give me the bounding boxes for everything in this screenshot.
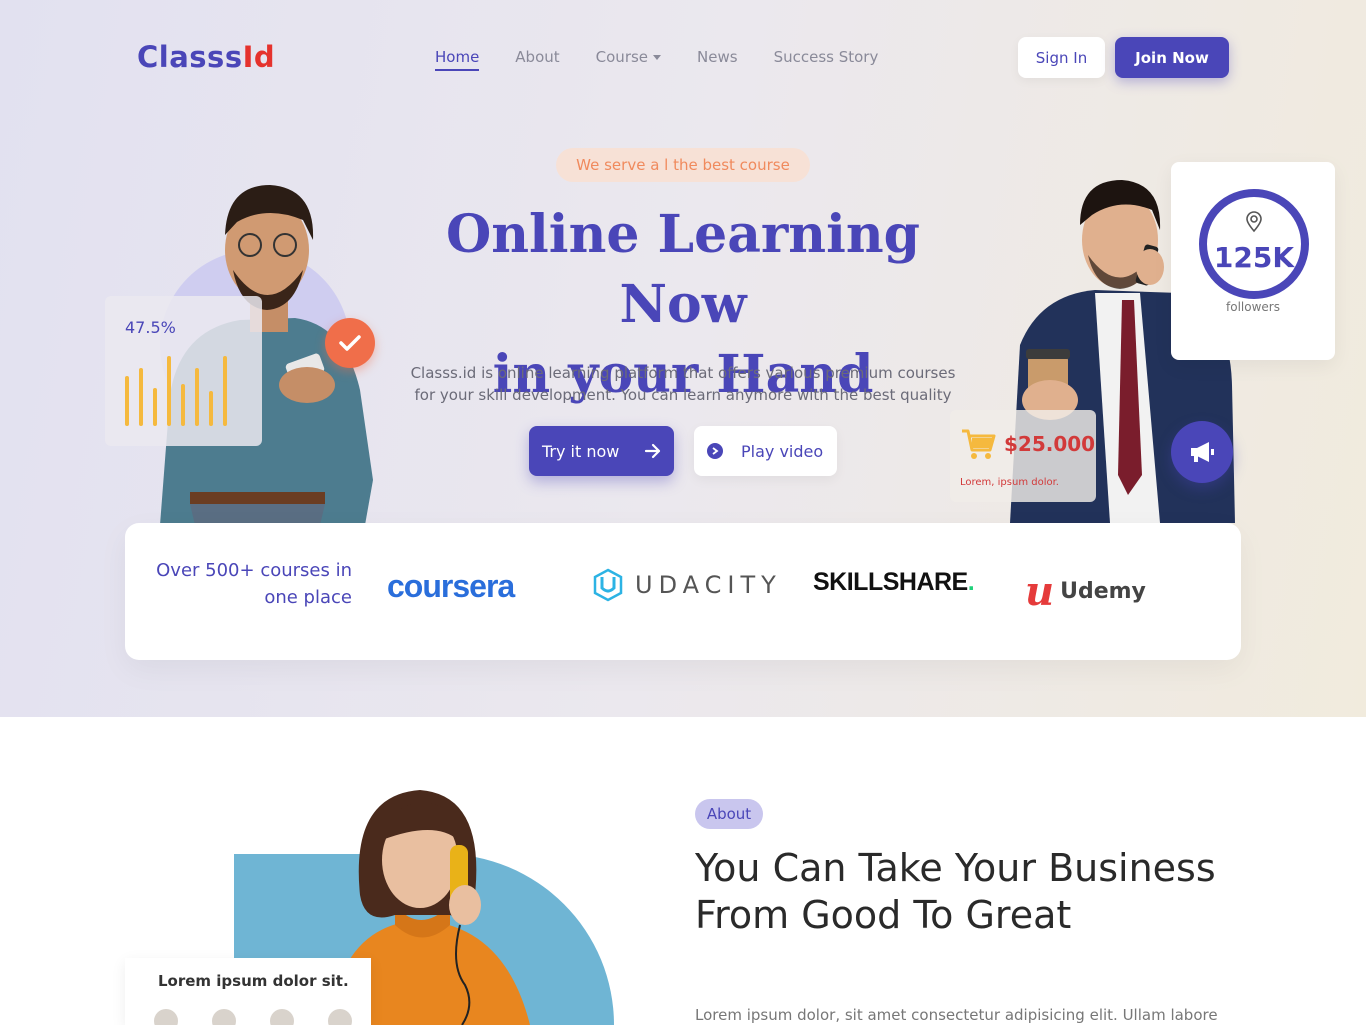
check-icon [325, 318, 375, 368]
skillshare-logo[interactable]: SKILLSHARE. [813, 568, 975, 597]
location-pin-icon [1246, 211, 1262, 233]
hero-title-line-1: Online Learning Now [445, 204, 921, 335]
udacity-mark-icon [593, 568, 623, 602]
logo-part-1: Classs [137, 40, 243, 74]
followers-label: followers [1226, 300, 1280, 314]
arrow-right-icon [644, 443, 661, 459]
try-it-now-label: Try it now [542, 441, 620, 461]
chevron-down-icon [653, 55, 662, 60]
followers-card: 125K followers [1171, 162, 1335, 360]
partners-card: Over 500+ courses in one place coursera … [125, 523, 1241, 660]
sign-in-button[interactable]: Sign In [1018, 37, 1105, 78]
about-title: You Can Take Your Business From Good To … [695, 846, 1216, 937]
avatar [152, 1007, 180, 1025]
followers-count: 125K [1213, 241, 1295, 274]
cart-icon [962, 429, 996, 459]
avatar [210, 1007, 238, 1025]
join-now-button[interactable]: Join Now [1115, 37, 1229, 78]
udacity-logo-text: UDACITY [635, 571, 782, 599]
avatar [268, 1007, 296, 1025]
avatar [326, 1007, 354, 1025]
price-note: Lorem, ipsum dolor. [960, 477, 1059, 488]
review-card: Lorem ipsum dolor sit. [125, 958, 371, 1025]
udacity-logo[interactable]: UDACITY [593, 568, 782, 602]
nav-home[interactable]: Home [435, 48, 480, 71]
udemy-logo[interactable]: u Udemy [1025, 568, 1146, 615]
try-it-now-button[interactable]: Try it now [529, 426, 674, 476]
coursera-logo[interactable]: coursera [387, 568, 515, 605]
review-card-title: Lorem ipsum dolor sit. [158, 972, 349, 990]
nav-about[interactable]: About [515, 48, 559, 71]
play-icon [707, 443, 723, 459]
nav-news[interactable]: News [697, 48, 738, 71]
skillshare-logo-text: SKILLSHARE [813, 568, 968, 596]
price-card: $25.000 Lorem, ipsum dolor. [950, 410, 1096, 502]
about-text: Lorem ipsum dolor, sit amet consectetur … [695, 1006, 1218, 1024]
megaphone-icon[interactable] [1171, 421, 1233, 483]
about-badge: About [695, 799, 763, 829]
followers-ring: 125K [1199, 189, 1309, 299]
play-video-label: Play video [741, 441, 824, 461]
udemy-mark-icon: u [1025, 568, 1055, 615]
tagline-badge: We serve a l the best course [556, 148, 810, 182]
nav-course-label: Course [595, 48, 649, 66]
coursera-logo-text: coursera [387, 568, 515, 604]
bar-chart-icon [125, 351, 227, 426]
nav-success-story[interactable]: Success Story [774, 48, 879, 71]
main-nav: Home About Course News Success Story [435, 48, 878, 71]
avatar-group [152, 1007, 354, 1025]
price-value: $25.000 [1004, 432, 1096, 456]
stat-percent: 47.5% [125, 318, 176, 337]
hero-section: ClasssId Home About Course News Success … [0, 0, 1366, 717]
udemy-logo-text: Udemy [1060, 579, 1146, 604]
logo-part-2: Id [242, 40, 276, 74]
logo[interactable]: ClasssId [137, 40, 275, 74]
stat-card: 47.5% [105, 296, 262, 446]
partners-text: Over 500+ courses in one place [156, 560, 352, 608]
play-video-button[interactable]: Play video [694, 426, 837, 476]
hero-description: Classs.id is online learning platform th… [410, 364, 956, 404]
nav-course[interactable]: Course [595, 48, 662, 71]
